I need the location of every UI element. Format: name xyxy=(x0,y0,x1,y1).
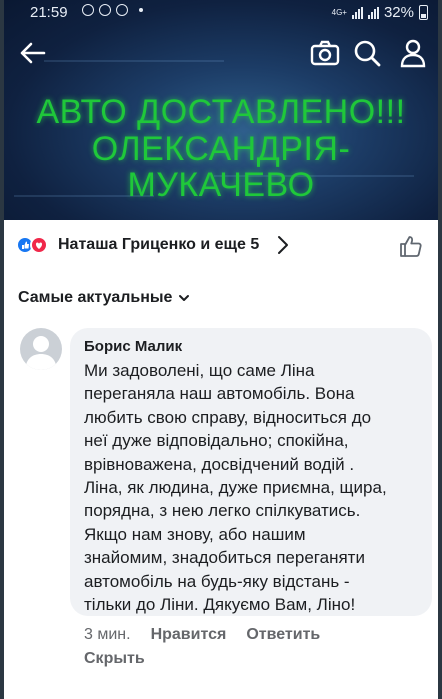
status-right-group: 4G+ 32% xyxy=(332,4,428,21)
status-notification-icons xyxy=(82,4,143,16)
comment-line: порядна, з нею легко спілкуватись. xyxy=(84,501,361,521)
comment-line: переганяла наш автомобіль. Вона xyxy=(84,384,355,404)
comment-line: врівноважена, досвідчений водій . xyxy=(84,454,355,474)
default-avatar-icon xyxy=(25,336,57,370)
thumbs-up-icon xyxy=(400,236,422,257)
comment-line: любить свою справу, відноситься до xyxy=(84,407,372,427)
comment-line: знайомим, знадобиться переганяти xyxy=(84,548,365,568)
reply-button[interactable]: Ответить xyxy=(246,626,320,644)
back-button[interactable] xyxy=(18,38,50,68)
back-arrow-icon xyxy=(20,42,46,64)
chevron-right-icon[interactable] xyxy=(276,234,290,256)
signal-icon xyxy=(367,6,379,19)
reactions-bar: Наташа Гриценко и еще 5 xyxy=(4,220,438,270)
reactors-link[interactable]: Наташа Гриценко и еще 5 xyxy=(58,236,259,254)
avatar[interactable] xyxy=(20,328,62,370)
photo-light-streak xyxy=(44,60,224,62)
comment-text: Ми задоволені, що саме Ліна переганяла н… xyxy=(84,359,420,616)
more-notifications-icon xyxy=(139,8,143,12)
battery-percent: 32% xyxy=(383,4,414,21)
hide-comment-button[interactable]: Скрыть xyxy=(84,650,145,668)
reaction-icons[interactable] xyxy=(16,236,56,254)
battery-icon xyxy=(419,5,428,20)
viber-icon xyxy=(99,4,111,16)
app-frame: 21:59 4G+ 32% АВТО ДОСТАВЛЕНО!!! ОЛЕКСАН… xyxy=(4,0,438,699)
photo-caption-line-1: АВТО ДОСТАВЛЕНО!!! xyxy=(36,93,406,131)
profile-icon xyxy=(400,39,426,68)
camera-icon xyxy=(310,40,340,66)
post-photo[interactable]: 21:59 4G+ 32% АВТО ДОСТАВЛЕНО!!! ОЛЕКСАН… xyxy=(4,0,438,220)
camera-button[interactable] xyxy=(308,38,342,68)
comment-actions: 3 мин. Нравится Ответить xyxy=(84,626,320,644)
love-reaction-icon xyxy=(30,236,48,254)
comment-time: 3 мин. xyxy=(84,626,131,643)
comment-author[interactable]: Борис Малик xyxy=(84,337,420,357)
comment-line: тільки до Ліни. Дякуємо Вам, Ліно! xyxy=(84,595,356,615)
like-comment-button[interactable]: Нравится xyxy=(151,626,227,644)
instagram-icon xyxy=(82,4,94,16)
comment-line: неї дуже відповідально; спокійна, xyxy=(84,431,349,451)
signal-icon xyxy=(351,6,363,19)
comment-bubble: Борис Малик Ми задоволені, що саме Ліна … xyxy=(70,328,432,616)
photo-caption-line-2: ОЛЕКСАНДРІЯ-МУКАЧЕВО xyxy=(91,130,351,204)
network-type-label: 4G+ xyxy=(331,7,347,17)
like-post-button[interactable] xyxy=(398,233,424,259)
comment-line: Ми задоволені, що саме Ліна xyxy=(84,361,315,380)
status-time: 21:59 xyxy=(30,4,68,21)
search-icon xyxy=(354,40,381,67)
profile-button[interactable] xyxy=(398,38,428,68)
comments-sort-dropdown[interactable]: Самые актуальные xyxy=(18,287,190,309)
comment-line: автомобіль на будь-яку відстань - xyxy=(84,571,350,591)
sort-label: Самые актуальные xyxy=(18,289,173,306)
status-bar: 21:59 4G+ 32% xyxy=(4,0,438,26)
comment-line: Якщо нам знову, або нашим xyxy=(84,524,306,544)
comment-line: Ліна, як людина, дуже приємна, щира, xyxy=(84,478,387,498)
search-button[interactable] xyxy=(352,38,382,68)
chevron-down-icon xyxy=(179,295,190,301)
facebook-icon xyxy=(116,4,128,16)
